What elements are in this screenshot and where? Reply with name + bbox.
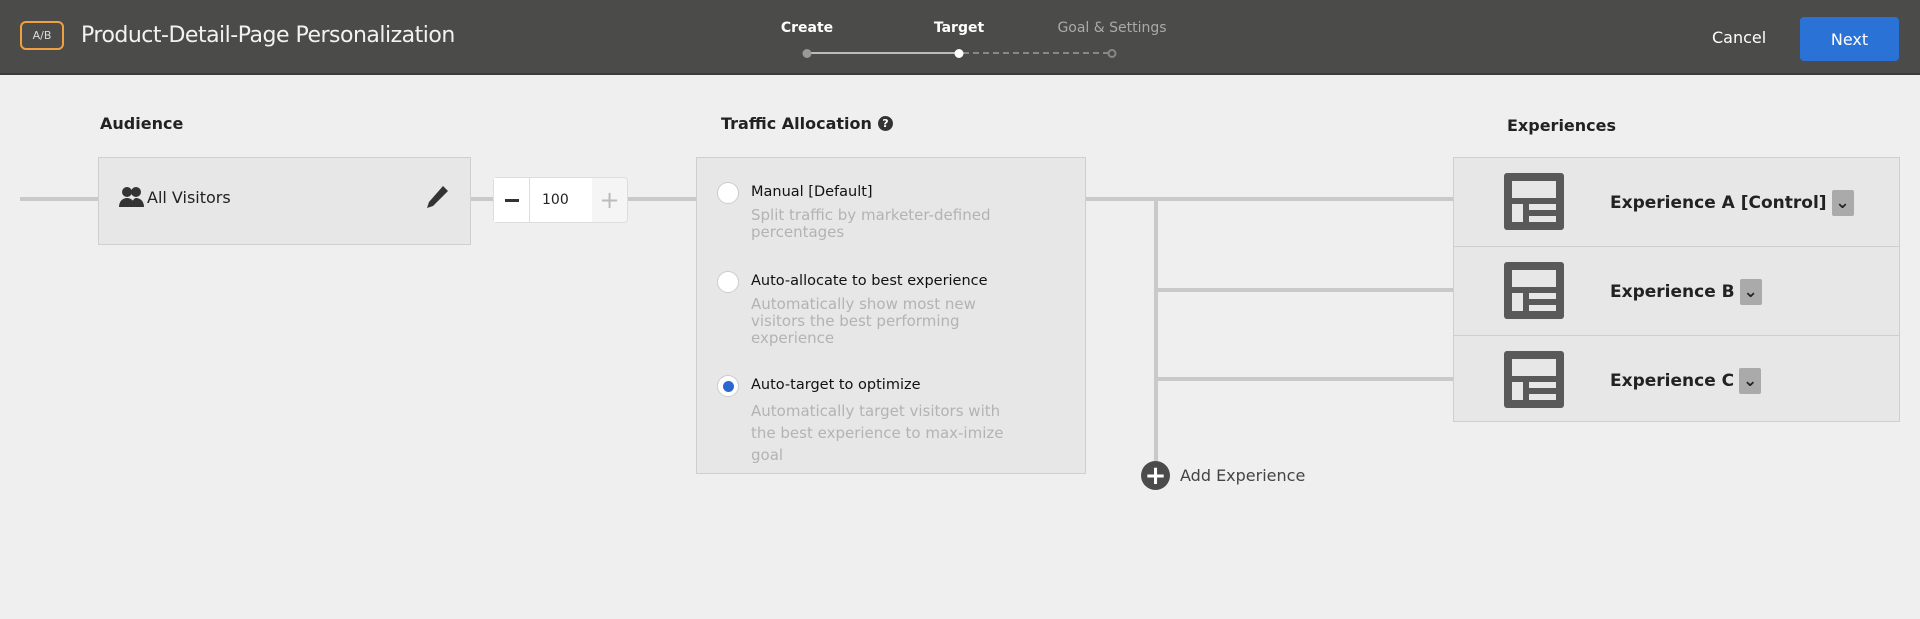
layout-icon (1504, 351, 1564, 408)
traffic-allocation-panel: Manual [Default] Split traffic by market… (696, 157, 1086, 474)
chevron-down-icon[interactable]: ⌄ (1739, 279, 1762, 305)
step-dot-goal (1107, 49, 1117, 58)
percentage-input[interactable]: 100 (530, 178, 592, 222)
step-dot-target (954, 49, 964, 58)
pencil-icon[interactable] (426, 184, 450, 210)
connector-line (1156, 288, 1453, 292)
percentage-stepper: 100 + (493, 177, 628, 223)
experience-name: Experience A [Control] ⌄ (1610, 190, 1854, 216)
decrement-button[interactable] (494, 178, 530, 222)
next-button[interactable]: Next (1800, 17, 1899, 61)
audience-heading: Audience (100, 114, 184, 133)
layout-icon (1504, 262, 1564, 319)
connector-line (1086, 197, 1453, 201)
option-description: Automatically show most new visitors the… (751, 295, 976, 347)
step-dot-create (802, 49, 812, 58)
step-pending-line (963, 52, 1109, 54)
option-label: Auto-allocate to best experience (751, 273, 988, 289)
connector-line (471, 197, 493, 201)
minus-icon (504, 198, 519, 202)
connector-line (1156, 377, 1453, 381)
step-create[interactable]: Create (781, 20, 833, 36)
activity-title[interactable]: Product-Detail-Page Personalization (81, 23, 455, 48)
radio-manual[interactable] (717, 182, 739, 204)
experience-row[interactable]: Experience A [Control] ⌄ (1454, 158, 1899, 247)
question-icon[interactable]: ? (877, 116, 893, 131)
step-goal-settings[interactable]: Goal & Settings (1057, 20, 1166, 36)
experiences-list: Experience A [Control] ⌄ Experience B ⌄ Ex… (1453, 157, 1900, 422)
chevron-down-icon[interactable]: ⌄ (1831, 190, 1854, 216)
option-description: Split traffic by marketer-defined percen… (751, 206, 991, 241)
radio-auto-allocate[interactable] (717, 271, 739, 293)
audience-card[interactable]: All Visitors (98, 157, 471, 245)
add-experience-label: Add Experience (1180, 466, 1306, 485)
traffic-heading: Traffic Allocation (721, 114, 872, 133)
top-bar: A/B Product-Detail-Page Personalization … (0, 0, 1920, 75)
cancel-button[interactable]: Cancel (1712, 28, 1766, 47)
option-description: Automatically target visitors with the b… (751, 402, 1004, 464)
connector-line (628, 197, 696, 201)
users-icon (119, 187, 144, 207)
layout-icon (1504, 173, 1564, 230)
option-label: Auto-target to optimize (751, 377, 921, 393)
increment-button[interactable]: + (592, 178, 627, 222)
experience-name: Experience C ⌄ (1610, 368, 1762, 394)
experience-row[interactable]: Experience B ⌄ (1454, 247, 1899, 336)
radio-selected-dot (722, 380, 734, 392)
step-progress-line (811, 52, 957, 54)
step-target[interactable]: Target (934, 20, 984, 36)
audience-name: All Visitors (147, 188, 231, 207)
radio-auto-target[interactable] (717, 375, 739, 397)
add-experience-button[interactable]: + Add Experience (1141, 461, 1305, 490)
experiences-heading: Experiences (1507, 116, 1617, 135)
ab-badge: A/B (20, 21, 64, 50)
traffic-heading-group: Traffic Allocation ? (721, 114, 893, 133)
connector-line (20, 197, 98, 201)
option-label: Manual [Default] (751, 184, 873, 200)
experience-name: Experience B ⌄ (1610, 279, 1762, 305)
connector-line (1154, 199, 1158, 461)
experience-row[interactable]: Experience C ⌄ (1454, 336, 1899, 425)
plus-circle-icon: + (1141, 461, 1170, 490)
chevron-down-icon[interactable]: ⌄ (1739, 368, 1762, 394)
